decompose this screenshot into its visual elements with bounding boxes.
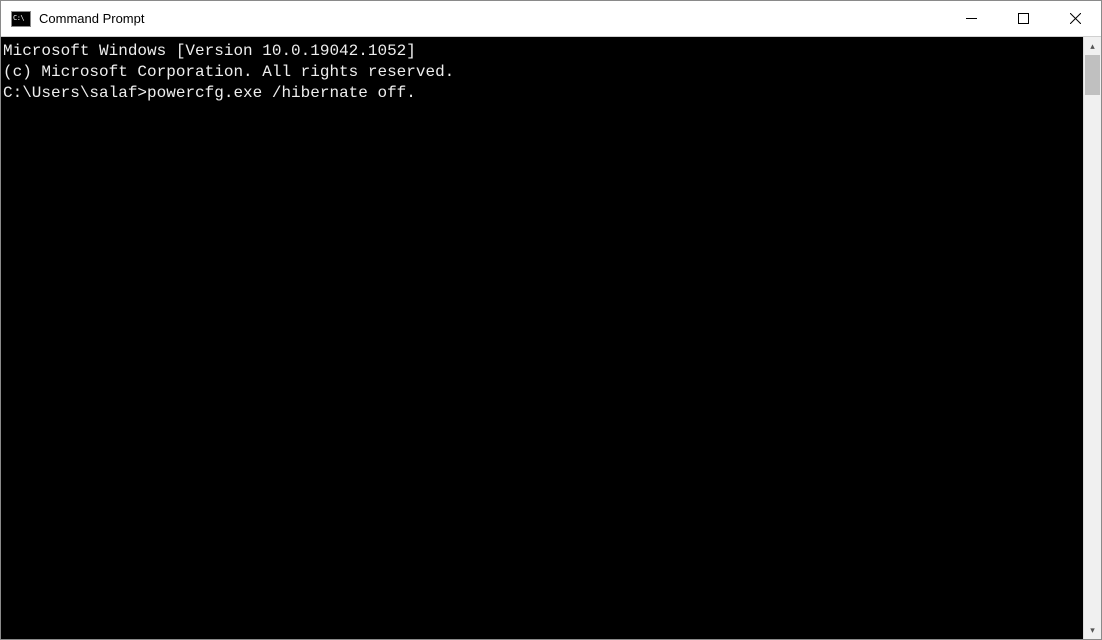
scroll-up-arrow-icon[interactable]: ▴	[1084, 37, 1101, 55]
cmd-icon	[11, 11, 31, 27]
close-button[interactable]	[1049, 1, 1101, 36]
close-icon	[1070, 13, 1081, 24]
content-area: Microsoft Windows [Version 10.0.19042.10…	[1, 37, 1101, 639]
vertical-scrollbar[interactable]: ▴ ▾	[1083, 37, 1101, 639]
command-prompt-window: Command Prompt Microsoft Windows [Versio	[0, 0, 1102, 640]
window-title: Command Prompt	[39, 11, 945, 26]
terminal-prompt: C:\Users\salaf>	[3, 84, 147, 102]
scroll-track[interactable]	[1084, 55, 1101, 621]
titlebar[interactable]: Command Prompt	[1, 1, 1101, 37]
maximize-button[interactable]	[997, 1, 1049, 36]
window-controls	[945, 1, 1101, 36]
scroll-down-arrow-icon[interactable]: ▾	[1084, 621, 1101, 639]
minimize-button[interactable]	[945, 1, 997, 36]
terminal[interactable]: Microsoft Windows [Version 10.0.19042.10…	[1, 37, 1083, 639]
scroll-thumb[interactable]	[1085, 55, 1100, 95]
terminal-command: powercfg.exe /hibernate off.	[147, 84, 416, 102]
maximize-icon	[1018, 13, 1029, 24]
terminal-line: (c) Microsoft Corporation. All rights re…	[3, 62, 1083, 83]
terminal-line: Microsoft Windows [Version 10.0.19042.10…	[3, 41, 1083, 62]
terminal-prompt-line: C:\Users\salaf>powercfg.exe /hibernate o…	[3, 83, 1083, 104]
minimize-icon	[966, 13, 977, 24]
